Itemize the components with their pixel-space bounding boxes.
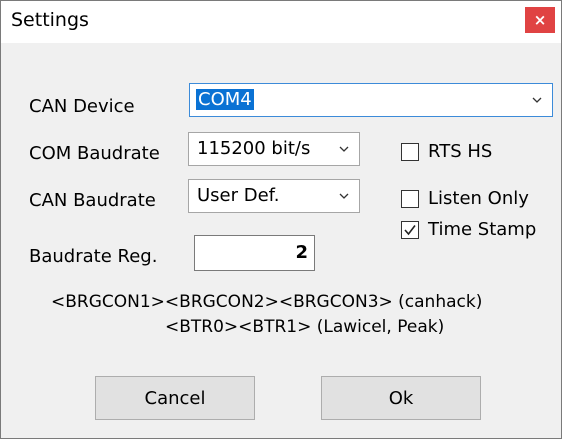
can-device-label: CAN Device [29, 96, 135, 117]
can-device-value: COM4 [196, 89, 254, 110]
baudrate-reg-value: 2 [295, 242, 308, 263]
register-format-hint: <BRGCON1><BRGCON2><BRGCON3> (canhack) [51, 292, 483, 312]
chevron-down-icon [339, 193, 349, 199]
rts-hs-checkbox[interactable] [401, 143, 419, 161]
chevron-down-icon [532, 97, 542, 103]
cancel-button[interactable]: Cancel [95, 376, 255, 420]
ok-button-label: Ok [388, 387, 414, 409]
com-baudrate-value: 115200 bit/s [197, 138, 311, 159]
title-bar[interactable]: Settings × [1, 1, 561, 43]
checkmark-icon [404, 225, 416, 236]
close-button[interactable]: × [525, 7, 555, 33]
chevron-down-icon [339, 146, 349, 152]
rts-hs-label: RTS HS [428, 141, 493, 162]
baudrate-reg-label: Baudrate Reg. [29, 246, 158, 267]
listen-only-checkbox[interactable] [401, 190, 419, 208]
dialog-body: CAN Device COM4 COM Baudrate 115200 bit/… [1, 43, 561, 438]
close-icon: × [533, 11, 547, 29]
com-baudrate-select[interactable]: 115200 bit/s [188, 132, 360, 166]
com-baudrate-label: COM Baudrate [29, 143, 160, 164]
cancel-button-label: Cancel [144, 387, 206, 409]
can-device-select[interactable]: COM4 [189, 83, 553, 117]
listen-only-label: Listen Only [428, 188, 529, 209]
ok-button[interactable]: Ok [321, 376, 481, 420]
settings-dialog: Settings × CAN Device COM4 COM Baudrate … [0, 0, 562, 439]
baudrate-reg-input[interactable]: 2 [194, 235, 315, 271]
can-baudrate-label: CAN Baudrate [29, 190, 156, 211]
can-baudrate-value: User Def. [197, 185, 280, 206]
time-stamp-checkbox[interactable] [401, 221, 419, 239]
can-baudrate-select[interactable]: User Def. [188, 179, 360, 213]
time-stamp-label: Time Stamp [428, 219, 537, 240]
dialog-title: Settings [11, 9, 89, 31]
register-format-hint-2: <BTR0><BTR1> (Lawicel, Peak) [165, 317, 445, 337]
